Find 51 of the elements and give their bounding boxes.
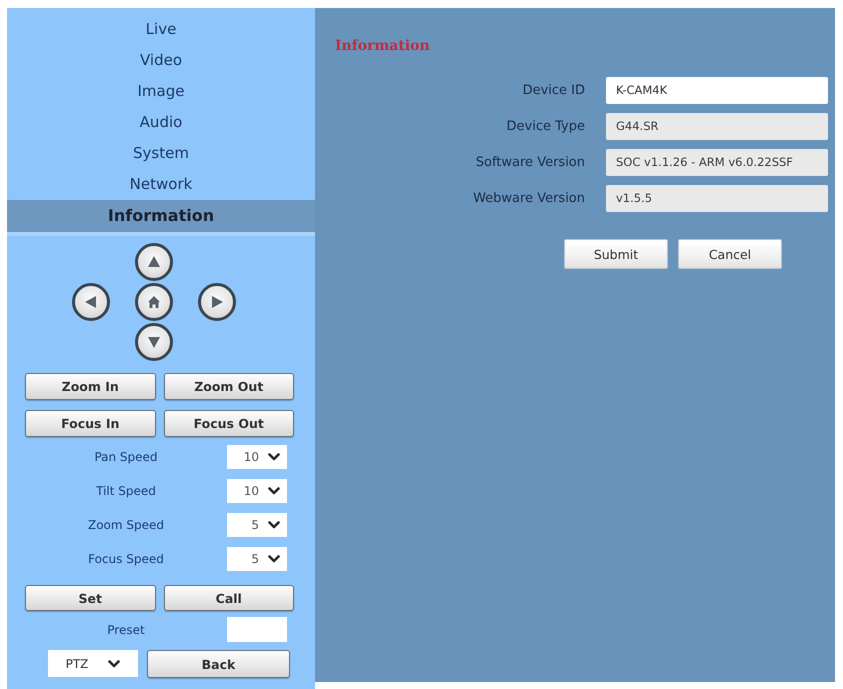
- preset-button[interactable]: Set: [25, 585, 156, 611]
- preset-label: Preset: [106, 622, 146, 636]
- right-arrow-icon: [210, 295, 224, 309]
- speed-select[interactable]: 5: [227, 547, 287, 571]
- preset-button[interactable]: Call: [164, 585, 294, 611]
- section-title: Information: [335, 37, 430, 55]
- field-label: Software Version: [474, 154, 585, 172]
- chevron-down-icon: [268, 521, 280, 529]
- ptz-button[interactable]: Zoom Out: [164, 373, 294, 400]
- text-field[interactable]: K-CAM4K: [606, 77, 828, 104]
- tilt-up-button[interactable]: [134, 243, 172, 281]
- nav-item[interactable]: Network: [7, 169, 315, 200]
- pan-left-button[interactable]: [72, 283, 110, 321]
- form-button[interactable]: Submit: [564, 239, 668, 269]
- speed-label: Pan Speed: [93, 450, 159, 464]
- down-arrow-icon: [146, 335, 160, 349]
- text-field: v1.5.5: [606, 185, 828, 212]
- chevron-down-icon: [268, 555, 280, 563]
- speed-label: Focus Speed: [87, 552, 165, 566]
- form-button[interactable]: Cancel: [678, 239, 782, 269]
- chevron-down-icon: [108, 660, 120, 668]
- nav-item[interactable]: Information: [7, 200, 315, 236]
- preset-input-field[interactable]: [227, 617, 287, 642]
- home-icon: [146, 295, 160, 309]
- up-arrow-icon: [146, 255, 160, 269]
- nav-item[interactable]: Audio: [7, 107, 315, 138]
- speed-label: Zoom Speed: [86, 518, 166, 532]
- text-field: G44.SR: [606, 113, 828, 140]
- pan-right-button[interactable]: [198, 283, 236, 321]
- field-label: Device Type: [506, 118, 585, 136]
- ptz-button[interactable]: Zoom In: [25, 373, 156, 400]
- speed-select[interactable]: 10: [227, 479, 287, 503]
- mode-select[interactable]: PTZ: [48, 650, 138, 677]
- home-button[interactable]: [134, 283, 172, 321]
- ptz-button[interactable]: Focus Out: [164, 410, 294, 437]
- field-label: Webware Version: [472, 190, 585, 208]
- back-button[interactable]: Back: [147, 650, 290, 678]
- chevron-down-icon: [268, 453, 280, 461]
- field-label: Device ID: [522, 82, 585, 100]
- chevron-down-icon: [268, 487, 280, 495]
- text-field: SOC v1.1.26 - ARM v6.0.22SSF: [606, 149, 828, 176]
- nav-item[interactable]: Image: [7, 76, 315, 107]
- speed-select[interactable]: 5: [227, 513, 287, 537]
- nav-item[interactable]: Live: [7, 14, 315, 45]
- speed-label: Tilt Speed: [95, 484, 157, 498]
- ptz-button[interactable]: Focus In: [25, 410, 156, 437]
- tilt-down-button[interactable]: [134, 323, 172, 361]
- speed-select[interactable]: 10: [227, 445, 287, 469]
- nav-item[interactable]: Video: [7, 45, 315, 76]
- left-arrow-icon: [84, 295, 98, 309]
- nav-item[interactable]: System: [7, 138, 315, 169]
